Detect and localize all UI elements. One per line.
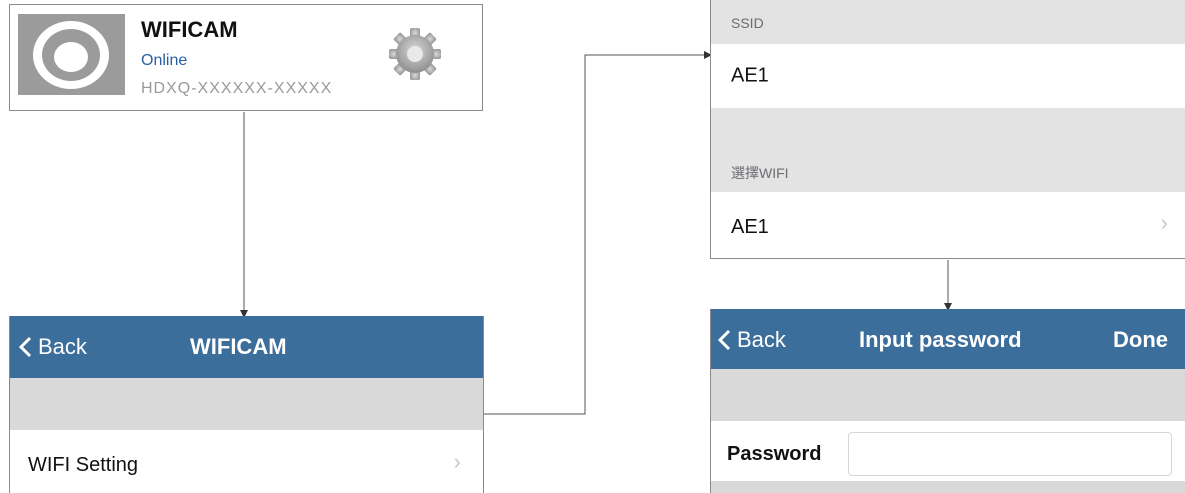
select-wifi-header-label: 選擇WIFI — [731, 165, 789, 181]
camera-lens-icon — [18, 14, 125, 95]
camera-thumbnail — [18, 14, 125, 95]
input-password-screen: Back Input password Done Password — [710, 309, 1185, 493]
back-label: Back — [38, 334, 87, 359]
done-button[interactable]: Done — [1113, 327, 1168, 353]
section-spacer — [711, 369, 1185, 421]
nav-title: Input password — [859, 327, 1022, 352]
connector-device-screen-to-wifi-screen — [484, 51, 712, 415]
wifi-setting-label: WIFI Setting — [28, 454, 139, 476]
gear-icon[interactable] — [387, 26, 443, 82]
password-label: Password — [727, 443, 822, 465]
ssid-header-label: SSID — [731, 15, 764, 31]
navigation-bar: Back Input password Done — [711, 309, 1185, 369]
chevron-right-icon: › — [453, 449, 461, 474]
back-button[interactable]: Back — [18, 334, 87, 360]
nav-title: WIFICAM — [190, 334, 287, 359]
device-uid: HDXQ-XXXXXX-XXXXX — [141, 80, 333, 97]
wifi-setting-row[interactable]: WIFI Setting › — [10, 430, 483, 493]
back-button[interactable]: Back — [717, 327, 786, 353]
select-wifi-section-header: 選擇WIFI — [711, 108, 1185, 192]
section-spacer — [10, 378, 483, 430]
ssid-row[interactable]: AE1 — [711, 44, 1185, 109]
ssid-value: AE1 — [731, 64, 769, 87]
ssid-section-header: SSID — [711, 0, 1185, 44]
selected-wifi-value: AE1 — [731, 216, 769, 238]
password-input[interactable] — [848, 432, 1172, 476]
chevron-right-icon: › — [1160, 210, 1168, 235]
chevron-left-icon — [18, 336, 32, 358]
navigation-bar: Back WIFICAM — [10, 316, 483, 378]
section-spacer-bottom — [711, 481, 1185, 493]
selected-wifi-row[interactable]: AE1 › — [711, 192, 1185, 258]
device-status: Online — [141, 52, 188, 69]
back-label: Back — [737, 327, 786, 352]
device-settings-screen: Back WIFICAM WIFI Setting › — [9, 316, 484, 493]
wifi-selection-screen: SSID AE1 選擇WIFI AE1 › — [710, 0, 1185, 259]
device-name: WIFICAM — [141, 17, 238, 42]
chevron-left-icon — [717, 329, 731, 351]
